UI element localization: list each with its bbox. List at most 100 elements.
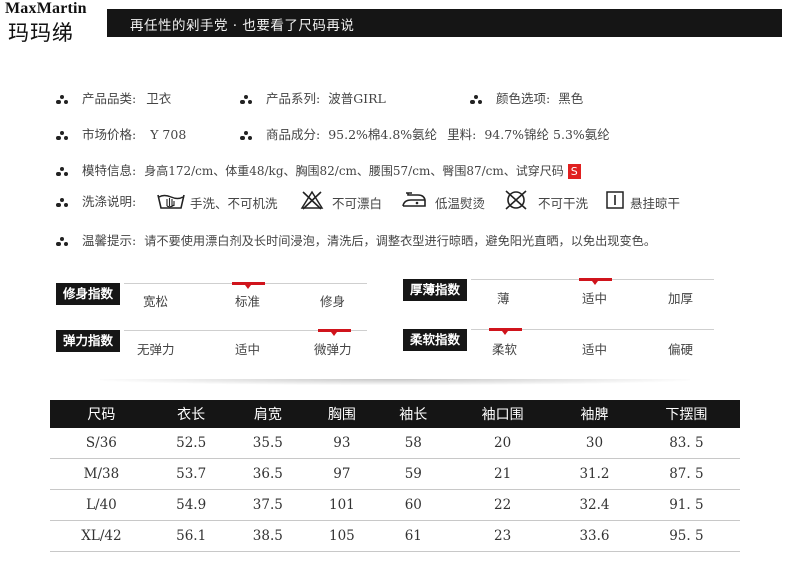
- table-cell: 23: [449, 520, 557, 552]
- header-size: 尺码: [50, 400, 153, 428]
- table-cell: 22: [449, 489, 557, 521]
- header-bust: 胸围: [306, 400, 378, 428]
- softness-option-medium: 适中: [582, 342, 608, 357]
- brand-name-en: MaxMartin: [5, 0, 87, 17]
- tips-value: 请不要使用漂白剂及长时间浸泡，清洗后，调整衣型进行晾晒，避免阳光直晒，以免出现变…: [144, 234, 657, 248]
- model-value: 身高172/cm、体重48/kg、胸围82/cm、腰围57/cm、臀围87/cm…: [144, 164, 564, 178]
- price-label: 市场价格:: [81, 127, 137, 142]
- table-cell: 32.4: [556, 489, 633, 521]
- table-cell: 95. 5: [632, 520, 740, 552]
- wash-hang-label: 悬挂晾干: [630, 196, 681, 211]
- header-slogan: 再任性的剁手党 · 也要看了尺码再说: [130, 18, 355, 34]
- wash-label: 洗涤说明:: [81, 194, 137, 209]
- size-table: 尺码 衣长 肩宽 胸围 袖长 袖口围 袖脾 下摆围 S/36 52.5 35.5…: [50, 400, 740, 552]
- table-cell: 52.5: [152, 428, 230, 459]
- hand-wash-icon: [157, 194, 185, 209]
- series-value: 波普GIRL: [328, 91, 386, 106]
- table-cell: S/36: [50, 428, 153, 459]
- header-length: 衣长: [152, 400, 230, 428]
- wash-bleach-label: 不可漂白: [332, 196, 383, 211]
- hang-dry-icon: [606, 191, 624, 209]
- fit-option-standard: 标准: [235, 294, 261, 309]
- info-material: 商品成分: 95.2%棉4.8%氨纶 里料: 94.7%锦纶 5.3%氨纶: [240, 124, 610, 144]
- series-label: 产品系列:: [265, 91, 321, 106]
- table-cell: 58: [377, 428, 450, 459]
- model-size-badge: S: [567, 164, 581, 179]
- table-cell: 60: [377, 489, 450, 521]
- price-value: Y 708: [150, 127, 187, 142]
- header-hem: 下摆围: [632, 400, 740, 428]
- bullet-icon: [240, 130, 253, 141]
- wash-hand-label: 手洗、不可机洗: [190, 196, 278, 211]
- color-label: 颜色选项:: [495, 91, 551, 106]
- elasticity-option-none: 无弹力: [137, 342, 175, 357]
- table-cell: 31.2: [556, 458, 633, 490]
- bullet-icon: [56, 166, 69, 177]
- size-table-header: 尺码 衣长 肩宽 胸围 袖长 袖口围 袖脾 下摆围: [50, 400, 740, 428]
- fit-index-marker: [232, 282, 265, 289]
- table-cell: 54.9: [152, 489, 230, 521]
- category-value: 卫衣: [146, 91, 172, 106]
- table-cell: 59: [377, 458, 450, 490]
- color-value: 黑色: [558, 91, 584, 106]
- table-cell: 30: [556, 428, 633, 459]
- table-cell: L/40: [50, 489, 153, 521]
- table-cell: 91. 5: [632, 489, 740, 521]
- thickness-option-medium: 适中: [582, 291, 608, 306]
- table-cell: 61: [377, 520, 450, 552]
- model-label: 模特信息:: [81, 163, 137, 178]
- no-bleach-icon: [300, 190, 324, 210]
- category-label: 产品品类:: [81, 91, 137, 106]
- thickness-index-marker: [579, 278, 612, 285]
- softness-option-stiff: 偏硬: [668, 342, 694, 357]
- bullet-icon: [56, 197, 69, 208]
- material-value: 95.2%棉4.8%氨纶: [328, 127, 438, 142]
- table-cell: 101: [306, 489, 378, 521]
- fit-option-loose: 宽松: [143, 294, 169, 309]
- bullet-icon: [56, 94, 69, 105]
- table-cell: 56.1: [152, 520, 230, 552]
- bullet-icon: [240, 94, 253, 105]
- table-cell: 37.5: [229, 489, 307, 521]
- fit-option-slim: 修身: [320, 294, 346, 309]
- info-series: 产品系列: 波普GIRL: [240, 88, 386, 108]
- thickness-option-thick: 加厚: [668, 291, 694, 306]
- header-shoulder: 肩宽: [229, 400, 307, 428]
- lining-label: 里料:: [447, 127, 477, 142]
- table-cell: 93: [306, 428, 378, 459]
- header-accent: [104, 9, 107, 37]
- table-row: S/36 52.5 35.5 93 58 20 30 83. 5: [50, 428, 740, 459]
- softness-index-marker: [489, 328, 522, 335]
- table-cell: 38.5: [229, 520, 307, 552]
- table-cell: 83. 5: [632, 428, 740, 459]
- thickness-index-label: 厚薄指数: [403, 279, 468, 301]
- header-arm: 袖脾: [556, 400, 633, 428]
- softness-index-label: 柔软指数: [403, 329, 468, 351]
- bullet-icon: [56, 130, 69, 141]
- table-cell: XL/42: [50, 520, 153, 552]
- no-dry-clean-icon: [505, 190, 527, 210]
- brand-name-cn: 玛玛绨: [8, 21, 74, 45]
- elasticity-option-slight: 微弹力: [314, 342, 352, 357]
- iron-icon: [402, 192, 426, 207]
- table-row: L/40 54.9 37.5 101 60 22 32.4 91. 5: [50, 489, 740, 521]
- table-cell: M/38: [50, 458, 153, 490]
- table-cell: 97: [306, 458, 378, 490]
- section-divider: [100, 379, 690, 385]
- wash-iron-label: 低温熨烫: [435, 196, 486, 211]
- table-cell: 35.5: [229, 428, 307, 459]
- elasticity-option-medium: 适中: [235, 342, 261, 357]
- info-category: 产品品类: 卫衣: [56, 88, 171, 108]
- table-cell: 105: [306, 520, 378, 552]
- header-sleeve: 袖长: [377, 400, 450, 428]
- info-model: 模特信息: 身高172/cm、体重48/kg、胸围82/cm、腰围57/cm、臀…: [56, 160, 581, 180]
- material-label: 商品成分:: [265, 127, 321, 142]
- table-cell: 87. 5: [632, 458, 740, 490]
- tips-label: 温馨提示:: [81, 233, 137, 248]
- table-cell: 20: [449, 428, 557, 459]
- table-row: XL/42 56.1 38.5 105 61 23 33.6 95. 5: [50, 520, 740, 552]
- info-tips: 温馨提示: 请不要使用漂白剂及长时间浸泡，清洗后，调整衣型进行晾晒，避免阳光直晒…: [56, 230, 656, 250]
- bullet-icon: [56, 236, 69, 247]
- table-row: M/38 53.7 36.5 97 59 21 31.2 87. 5: [50, 458, 740, 490]
- wash-dryclean-label: 不可干洗: [538, 196, 589, 211]
